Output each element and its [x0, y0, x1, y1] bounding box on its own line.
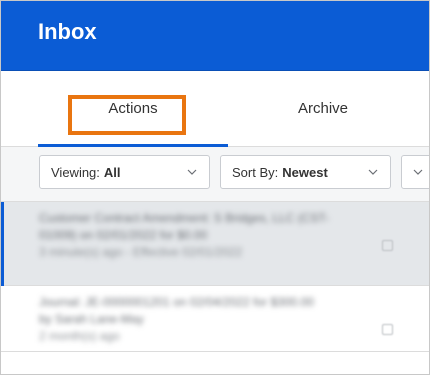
- sort-by-value: Newest: [282, 164, 328, 180]
- viewing-filter-value: All: [103, 164, 121, 180]
- tab-archive-label: Archive: [297, 100, 349, 117]
- item-title-line: by Sarah Lane-May: [39, 312, 144, 326]
- tab-actions-label: Actions: [108, 100, 158, 117]
- viewing-filter-dropdown[interactable]: Viewing: All: [39, 155, 210, 189]
- more-filters-dropdown[interactable]: [401, 155, 429, 189]
- item-checkbox[interactable]: [382, 324, 393, 335]
- chevron-down-icon: [413, 169, 423, 175]
- item-meta-line: 2 month(s) ago: [39, 329, 120, 343]
- chevron-down-icon: [368, 169, 378, 175]
- item-checkbox[interactable]: [382, 240, 393, 251]
- viewing-filter-label: Viewing:: [51, 164, 100, 180]
- item-title-line: 01009) on 02/01/2022 for $0.00: [39, 228, 208, 242]
- tab-bar: Actions Archive: [1, 71, 429, 147]
- inbox-list: Customer Contract Amendment: S Bridges, …: [1, 202, 429, 352]
- tab-archive[interactable]: Archive: [228, 71, 418, 146]
- chevron-down-icon: [187, 169, 197, 175]
- list-scrollbar[interactable]: [424, 202, 428, 374]
- item-title-line: Customer Contract Amendment: S Bridges, …: [39, 211, 330, 225]
- sort-by-label: Sort By:: [232, 164, 279, 180]
- list-item[interactable]: Customer Contract Amendment: S Bridges, …: [1, 202, 429, 286]
- filter-bar: Viewing: All Sort By: Newest: [1, 147, 429, 202]
- inbox-panel: Inbox Actions Archive Viewing: All Sort …: [0, 0, 430, 375]
- item-title-line: Journal: JE-0000001201 on 02/04/2022 for…: [39, 295, 314, 309]
- tab-actions[interactable]: Actions: [38, 71, 228, 146]
- inbox-header: Inbox: [1, 1, 429, 71]
- item-meta-line: 3 minute(s) ago - Effective 02/01/2022: [39, 245, 243, 259]
- list-item[interactable]: Journal: JE-0000001201 on 02/04/2022 for…: [1, 286, 429, 352]
- sort-by-dropdown[interactable]: Sort By: Newest: [220, 155, 391, 189]
- page-title: Inbox: [38, 19, 97, 44]
